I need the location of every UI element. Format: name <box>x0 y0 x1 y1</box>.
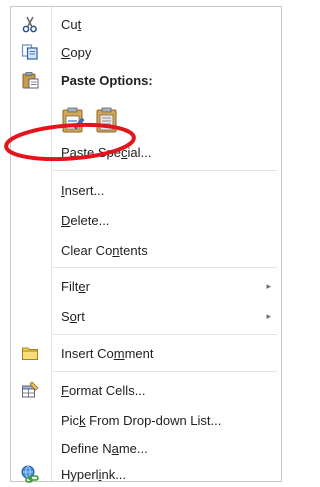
menu-item-label: Hyperlink... <box>61 466 127 482</box>
copy-icon <box>21 44 38 60</box>
format-cells-icon <box>22 381 39 398</box>
submenu-arrow-icon: ▸ <box>266 280 271 291</box>
menu-item-pick-from-dropdown[interactable]: Pick From Drop-down List... <box>11 407 281 433</box>
hyperlink-icon <box>21 465 39 483</box>
paste-options-buttons <box>59 105 121 133</box>
menu-separator <box>53 267 277 268</box>
menu-item-hyperlink[interactable]: Hyperlink... <box>11 461 281 487</box>
menu-separator <box>53 334 277 335</box>
menu-item-filter[interactable]: Filter ▸ <box>11 273 281 299</box>
menu-item-insert[interactable]: Insert... <box>11 177 281 203</box>
menu-item-format-cells[interactable]: Format Cells... <box>11 377 281 403</box>
context-menu: Cut Copy Paste Options: Paste Special...… <box>10 6 282 483</box>
paste-values-icon[interactable] <box>93 105 121 135</box>
menu-item-label: Paste Special... <box>61 144 152 160</box>
menu-item-paste-special[interactable]: Paste Special... <box>11 139 281 165</box>
menu-item-insert-comment[interactable]: Insert Comment <box>11 340 281 366</box>
paste-options-header: Paste Options: <box>11 67 281 93</box>
scissors-icon <box>22 16 37 33</box>
menu-item-label: Copy <box>61 44 92 60</box>
menu-item-define-name[interactable]: Define Name... <box>11 435 281 461</box>
menu-item-label: Insert Comment <box>61 345 154 361</box>
paste-icon[interactable] <box>59 105 87 135</box>
menu-separator <box>53 371 277 372</box>
menu-separator <box>53 170 277 171</box>
menu-item-label: Delete... <box>61 212 110 228</box>
menu-item-label: Define Name... <box>61 440 148 456</box>
menu-item-clear-contents[interactable]: Clear Contents <box>11 237 281 263</box>
menu-item-label: Sort <box>61 308 85 324</box>
insert-comment-icon <box>22 347 38 360</box>
menu-item-label: Pick From Drop-down List... <box>61 412 222 428</box>
menu-item-delete[interactable]: Delete... <box>11 207 281 233</box>
menu-item-label: Clear Contents <box>61 242 148 258</box>
menu-item-label: Cut <box>61 16 82 32</box>
paste-options-label: Paste Options: <box>61 72 153 88</box>
menu-item-label: Insert... <box>61 182 105 198</box>
submenu-arrow-icon: ▸ <box>266 310 271 321</box>
menu-item-label: Filter <box>61 278 90 294</box>
menu-item-copy[interactable]: Copy <box>11 39 281 65</box>
menu-item-sort[interactable]: Sort ▸ <box>11 303 281 329</box>
paste-clipboard-icon <box>22 72 39 89</box>
menu-item-cut[interactable]: Cut <box>11 11 281 37</box>
menu-item-label: Format Cells... <box>61 382 146 398</box>
